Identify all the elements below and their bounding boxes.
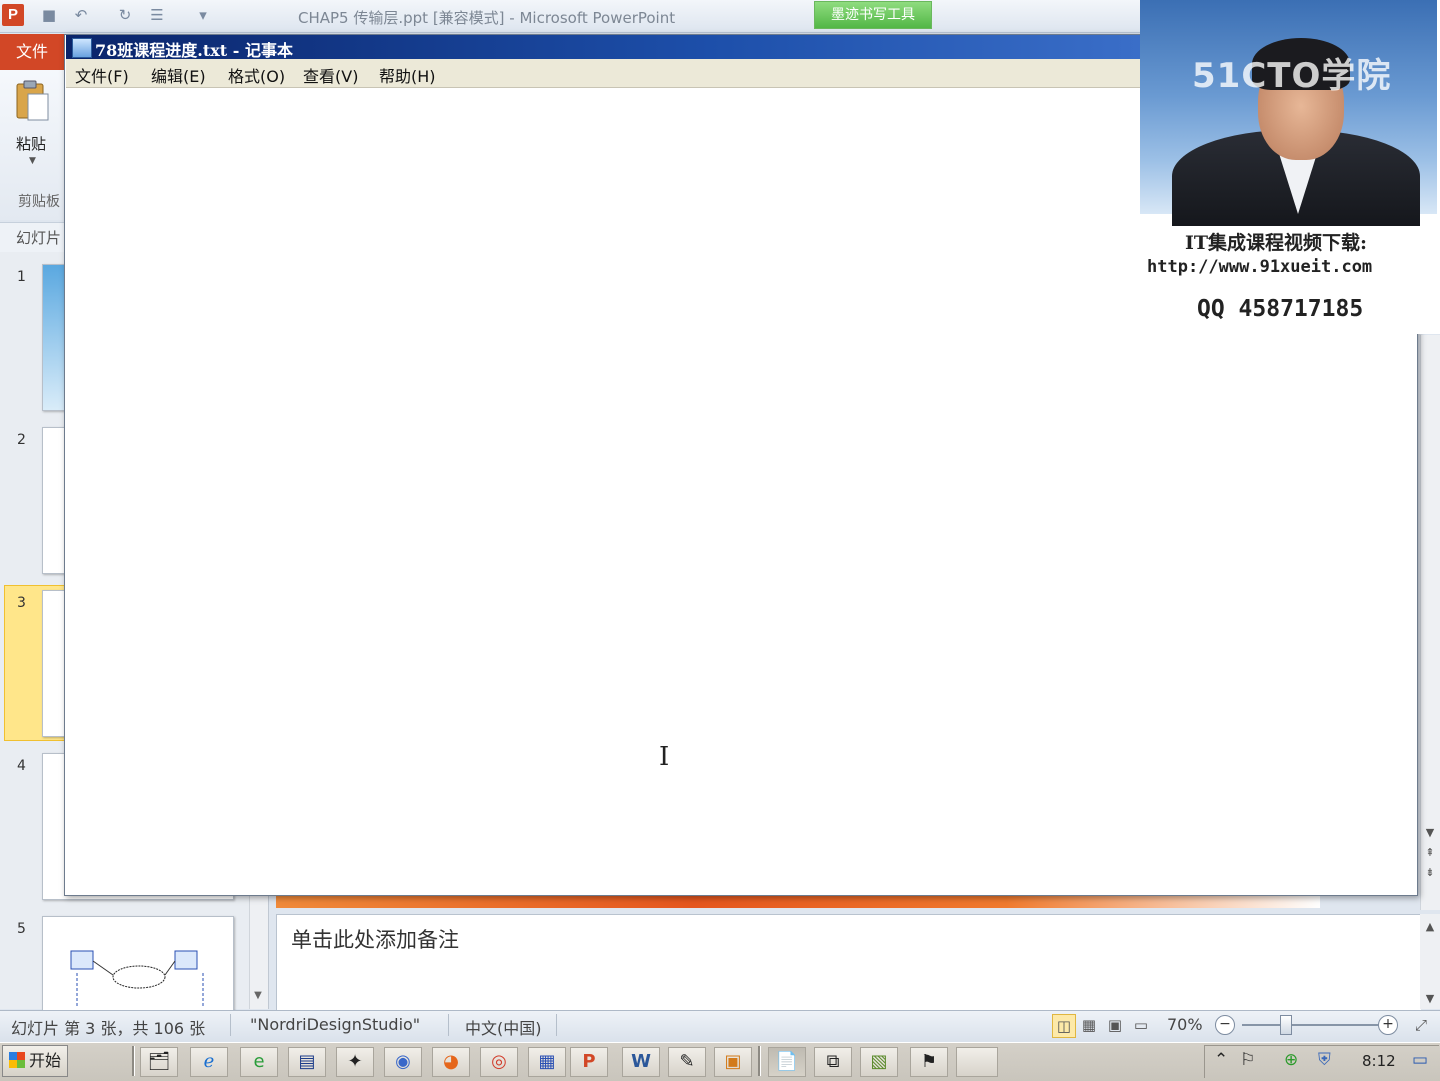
slide-number: 3 <box>17 595 26 611</box>
security-icon[interactable]: ⛨ <box>1318 1050 1331 1070</box>
language-status[interactable]: 中文(中国) <box>465 1015 542 1039</box>
word-taskbar-icon[interactable]: W <box>622 1047 660 1077</box>
network-diagram-thumbnail <box>70 950 204 1007</box>
remote-desktop-icon[interactable]: ⧉ <box>814 1047 852 1077</box>
fit-to-window-icon[interactable]: ⤢ <box>1410 1014 1432 1036</box>
notes-placeholder[interactable]: 单击此处添加备注 <box>291 924 459 954</box>
network-plus-icon[interactable]: ⊕ <box>1284 1050 1298 1070</box>
browser-icon[interactable]: e <box>240 1047 278 1077</box>
notepad-icon[interactable] <box>72 38 92 58</box>
save-icon[interactable]: ■ <box>40 6 58 24</box>
overlay-download-caption: IT集成课程视频下载: <box>1185 232 1368 254</box>
reading-view-icon[interactable]: ▣ <box>1104 1014 1126 1036</box>
start-button[interactable]: 开始 <box>2 1045 68 1077</box>
ink-tools-tab[interactable]: 墨迹书写工具 <box>814 1 932 29</box>
overlay-url: http://www.91xueit.com <box>1147 257 1373 277</box>
file-tab[interactable]: 文件 <box>0 34 64 70</box>
app-icon[interactable]: ▧ <box>860 1047 898 1077</box>
chrome-icon[interactable]: ◎ <box>480 1047 518 1077</box>
paint-icon[interactable]: ✎ <box>668 1047 706 1077</box>
zoom-level[interactable]: 70% <box>1167 1015 1203 1034</box>
slide-vertical-scrollbar[interactable] <box>1420 335 1440 910</box>
app-icon[interactable]: ✦ <box>336 1047 374 1077</box>
bullets-icon[interactable]: ☰ <box>148 6 166 24</box>
windows-logo-icon <box>9 1052 25 1068</box>
show-hidden-icons[interactable]: ⌃ <box>1214 1050 1228 1070</box>
paste-button[interactable]: 粘贴 <box>16 133 46 154</box>
slide-number: 2 <box>17 432 26 448</box>
slide-number: 4 <box>17 758 26 774</box>
clipboard-group-label: 剪贴板 <box>18 194 60 210</box>
flag-icon[interactable]: ⚐ <box>1240 1050 1255 1070</box>
paste-dropdown-icon[interactable]: ▼ <box>29 156 36 166</box>
taskbar-button[interactable] <box>956 1047 998 1077</box>
status-divider <box>230 1014 231 1036</box>
overlay-qq: QQ 458717185 <box>1197 296 1364 322</box>
watermark-logo: 51CTO学院 <box>1192 56 1392 96</box>
previous-slide-icon[interactable]: ⇞ <box>1421 846 1439 859</box>
undo-icon[interactable]: ↶ <box>72 6 90 24</box>
slideshow-icon[interactable]: ▭ <box>1130 1014 1152 1036</box>
powerpoint-taskbar-icon[interactable]: P <box>570 1047 608 1077</box>
zoom-slider[interactable] <box>1242 1024 1378 1026</box>
taskbar-divider <box>132 1046 135 1076</box>
scroll-down-icon[interactable]: ▼ <box>250 990 266 1006</box>
next-slide-icon[interactable]: ⇟ <box>1421 866 1439 879</box>
show-desktop-icon[interactable]: ▭ <box>1412 1050 1428 1070</box>
internet-explorer-icon[interactable]: ℯ <box>190 1047 228 1077</box>
scroll-down-icon[interactable]: ▼ <box>1421 826 1439 839</box>
menu-file[interactable]: 文件(F) <box>75 63 129 87</box>
calculator-icon[interactable]: ▦ <box>528 1047 566 1077</box>
theme-status: "NordriDesignStudio" <box>250 1015 421 1034</box>
menu-help[interactable]: 帮助(H) <box>379 63 436 87</box>
slides-tab-label[interactable]: 幻灯片 <box>16 227 61 248</box>
slide-number: 5 <box>17 921 26 937</box>
app-icon[interactable]: ⚑ <box>910 1047 948 1077</box>
redo-icon[interactable]: ↻ <box>116 6 134 24</box>
slide-number: 1 <box>17 269 26 285</box>
status-divider <box>556 1014 557 1036</box>
slide-sorter-icon[interactable]: ▦ <box>1078 1014 1100 1036</box>
window-title: CHAP5 传输层.ppt [兼容模式] - Microsoft PowerPo… <box>298 9 676 27</box>
show-desktop-icon[interactable]: 🗂 <box>140 1047 178 1077</box>
menu-format[interactable]: 格式(O) <box>228 63 285 87</box>
zoom-in-icon[interactable]: + <box>1378 1015 1398 1035</box>
scroll-up-icon[interactable]: ▲ <box>1421 920 1439 933</box>
slide-count-status: 幻灯片 第 3 张，共 106 张 <box>11 1019 206 1038</box>
menu-view[interactable]: 查看(V) <box>303 63 358 87</box>
powerpoint-icon[interactable]: P <box>2 4 24 26</box>
notepad-title: 78班课程进度.txt - 记事本 <box>95 41 293 60</box>
clock[interactable]: 8:12 <box>1362 1052 1396 1070</box>
start-label: 开始 <box>29 1051 62 1070</box>
zoom-out-icon[interactable]: − <box>1215 1015 1235 1035</box>
taskbar-divider <box>758 1046 761 1076</box>
slide-thumbnail-5[interactable] <box>42 916 234 1011</box>
status-divider <box>448 1014 449 1036</box>
menu-edit[interactable]: 编辑(E) <box>151 63 206 87</box>
firefox-icon[interactable]: ◕ <box>432 1047 470 1077</box>
media-icon[interactable]: ◉ <box>384 1047 422 1077</box>
paste-icon[interactable] <box>14 80 52 124</box>
explorer-icon[interactable]: ▤ <box>288 1047 326 1077</box>
text-cursor-icon: I <box>659 742 670 772</box>
notepad-taskbar-icon[interactable]: 📄 <box>768 1047 806 1077</box>
normal-view-icon[interactable]: ◫ <box>1052 1014 1076 1038</box>
zoom-slider-handle[interactable] <box>1280 1015 1292 1035</box>
scroll-down-icon[interactable]: ▼ <box>1421 992 1439 1005</box>
customize-qat-icon[interactable]: ▾ <box>194 6 212 24</box>
app-icon[interactable]: ▣ <box>714 1047 752 1077</box>
